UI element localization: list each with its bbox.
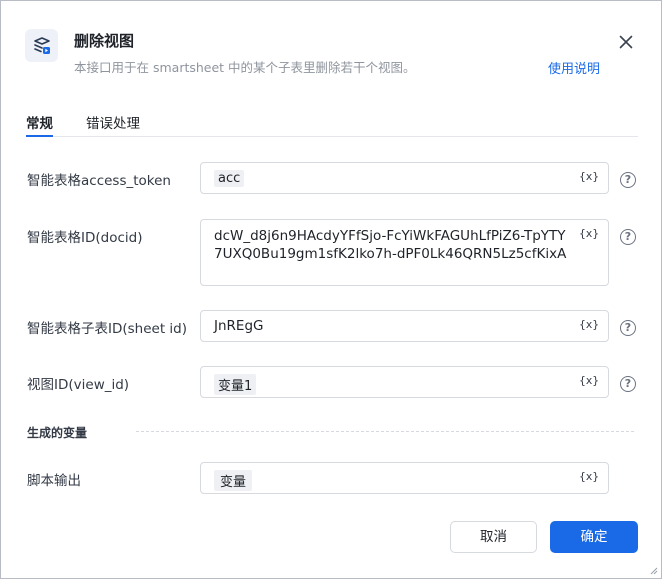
view-delete-logo-icon — [25, 29, 58, 62]
cancel-button[interactable]: 取消 — [450, 521, 537, 553]
confirm-button[interactable]: 确定 — [550, 521, 638, 553]
variable-insert-icon[interactable]: {x} — [579, 170, 599, 183]
sheet-id-help-icon[interactable]: ? — [620, 320, 636, 336]
close-icon — [619, 35, 633, 49]
tab-bar: 常规 错误处理 — [26, 111, 638, 137]
generated-variables-title: 生成的变量 — [27, 426, 88, 440]
script-output-input[interactable]: 变量 {x} — [200, 462, 609, 494]
section-divider — [136, 431, 634, 432]
view-id-input[interactable]: 变量1 {x} — [200, 366, 609, 398]
usage-help-link[interactable]: 使用说明 — [548, 58, 600, 77]
docid-help-icon[interactable]: ? — [620, 229, 636, 245]
dialog-title: 删除视图 — [74, 32, 135, 50]
close-button[interactable] — [615, 31, 637, 53]
view-id-variable-chip: 变量1 — [214, 374, 257, 395]
tab-general[interactable]: 常规 — [26, 112, 53, 137]
access-token-input[interactable]: acc {x} — [200, 162, 609, 194]
resize-handle-icon[interactable] — [648, 565, 658, 575]
docid-label: 智能表格ID(docid) — [27, 230, 143, 246]
docid-value: dcW_d8j6n9HAcdyYFfSjo-FcYiWkFAGUhLfPiZ6-… — [214, 228, 567, 262]
variable-insert-icon[interactable]: {x} — [579, 227, 599, 240]
variable-insert-icon[interactable]: {x} — [579, 470, 599, 483]
dialog-subtitle: 本接口用于在 smartsheet 中的某个子表里删除若干个视图。 — [74, 60, 416, 75]
script-output-label: 脚本输出 — [27, 473, 81, 489]
delete-view-dialog: 删除视图 本接口用于在 smartsheet 中的某个子表里删除若干个视图。 使… — [0, 0, 662, 579]
access-token-help-icon[interactable]: ? — [620, 172, 636, 188]
script-output-variable-chip: 变量 — [214, 470, 253, 491]
sheet-id-label: 智能表格子表ID(sheet id) — [27, 321, 188, 337]
tab-error-handling[interactable]: 错误处理 — [86, 112, 140, 132]
docid-input[interactable]: dcW_d8j6n9HAcdyYFfSjo-FcYiWkFAGUhLfPiZ6-… — [200, 219, 609, 286]
sheet-id-input[interactable]: JnREgG {x} — [200, 310, 609, 342]
sheet-id-value: JnREgG — [214, 318, 264, 334]
view-id-help-icon[interactable]: ? — [620, 376, 636, 392]
view-id-label: 视图ID(view_id) — [27, 377, 130, 393]
variable-insert-icon[interactable]: {x} — [579, 318, 599, 331]
variable-insert-icon[interactable]: {x} — [579, 374, 599, 387]
access-token-label: 智能表格access_token — [27, 173, 171, 189]
access-token-chip: acc — [214, 170, 245, 187]
